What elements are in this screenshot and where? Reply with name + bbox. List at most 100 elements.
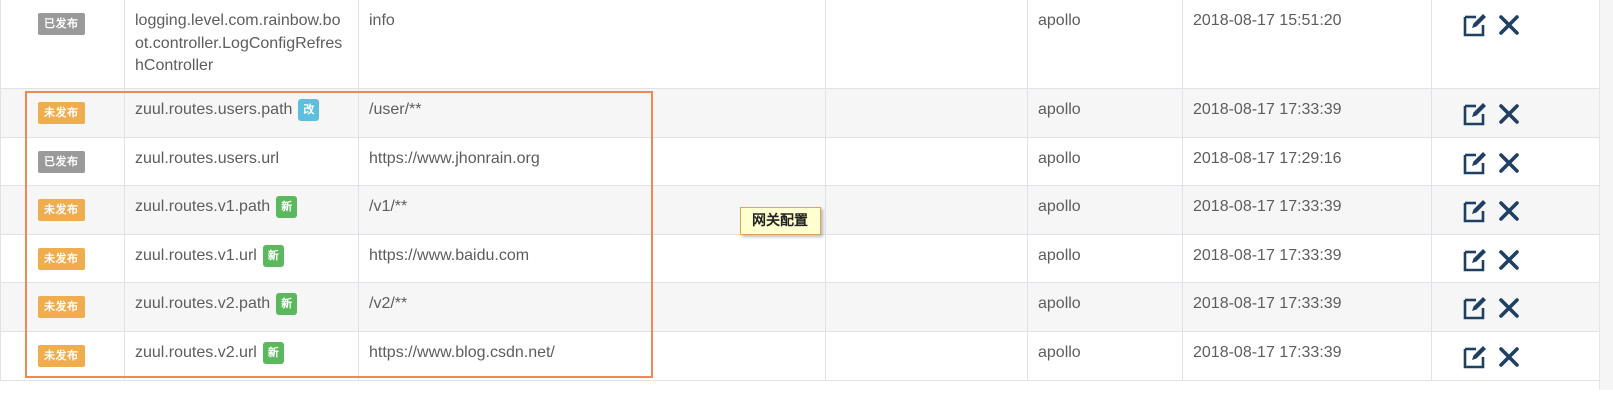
config-value: /v1/** <box>369 198 408 215</box>
close-icon[interactable] <box>1498 297 1520 327</box>
operations-cell <box>1432 332 1600 380</box>
config-value: https://www.jhonrain.org <box>369 150 540 167</box>
status-cell: 未发布 <box>0 89 125 137</box>
comment-cell <box>826 283 1028 331</box>
value-cell: https://www.baidu.com <box>359 235 826 282</box>
operations-cell <box>1432 283 1600 331</box>
value-cell: https://www.blog.csdn.net/ <box>359 332 826 380</box>
edit-icon[interactable] <box>1462 101 1488 135</box>
status-badge: 未发布 <box>38 296 85 318</box>
close-icon[interactable] <box>1498 14 1520 44</box>
edit-icon[interactable] <box>1462 12 1488 46</box>
edit-icon[interactable] <box>1462 247 1488 281</box>
modifier-cell: apollo <box>1028 138 1183 185</box>
modified-time: 2018-08-17 17:29:16 <box>1193 150 1342 167</box>
annotation-label: 网关配置 <box>740 207 821 235</box>
key-cell: logging.level.com.rainbow.boot.controlle… <box>125 0 359 88</box>
close-icon[interactable] <box>1498 200 1520 230</box>
modifier-name: apollo <box>1038 247 1081 264</box>
edit-icon[interactable] <box>1462 198 1488 232</box>
value-cell: https://www.jhonrain.org <box>359 138 826 185</box>
close-icon[interactable] <box>1498 152 1520 182</box>
comment-cell <box>826 138 1028 185</box>
config-key: zuul.routes.v1.url <box>135 247 257 264</box>
config-key: zuul.routes.v2.url <box>135 344 257 361</box>
status-cell: 未发布 <box>0 186 125 234</box>
edit-icon[interactable] <box>1462 295 1488 329</box>
config-value: https://www.baidu.com <box>369 247 530 264</box>
modified-time-cell: 2018-08-17 17:33:39 <box>1183 89 1432 137</box>
modifier-cell: apollo <box>1028 186 1183 234</box>
status-badge: 已发布 <box>38 151 85 173</box>
comment-cell <box>826 186 1028 234</box>
modified-time-cell: 2018-08-17 17:33:39 <box>1183 186 1432 234</box>
value-cell: /user/** <box>359 89 826 137</box>
config-value: /v2/** <box>369 295 408 312</box>
modifier-name: apollo <box>1038 150 1081 167</box>
comment-cell <box>826 235 1028 282</box>
table-row: 已发布 zuul.routes.users.url https://www.jhon… <box>0 138 1600 186</box>
modifier-name: apollo <box>1038 101 1081 118</box>
status-badge: 未发布 <box>38 345 85 367</box>
modified-time-cell: 2018-08-17 17:33:39 <box>1183 283 1432 331</box>
value-cell: /v2/** <box>359 283 826 331</box>
change-tag: 新 <box>276 196 298 218</box>
status-cell: 未发布 <box>0 235 125 282</box>
modifier-name: apollo <box>1038 295 1081 312</box>
status-cell: 已发布 <box>0 138 125 185</box>
key-cell: zuul.routes.v1.url 新 <box>125 235 359 282</box>
table-row: 未发布 zuul.routes.v1.url 新 https://www.baidu.… <box>0 235 1600 283</box>
edit-icon[interactable] <box>1462 344 1488 378</box>
config-key: zuul.routes.users.url <box>135 150 280 167</box>
config-key: zuul.routes.v2.path <box>135 295 271 312</box>
operations-cell <box>1432 186 1600 234</box>
modifier-name: apollo <box>1038 344 1081 361</box>
comment-cell <box>826 89 1028 137</box>
change-tag: 改 <box>298 99 320 121</box>
config-key: zuul.routes.v1.path <box>135 198 271 215</box>
change-tag: 新 <box>262 245 284 267</box>
operations-cell <box>1432 0 1600 88</box>
key-cell: zuul.routes.users.path 改 <box>125 89 359 137</box>
status-badge: 已发布 <box>38 13 85 35</box>
operations-cell <box>1432 89 1600 137</box>
table-row: 未发布 zuul.routes.users.path 改/user/** apollo… <box>0 89 1600 138</box>
modified-time: 2018-08-17 17:33:39 <box>1193 344 1342 361</box>
table-row: 已发布 logging.level.com.rainbow.boot.contro… <box>0 0 1600 89</box>
config-value: https://www.blog.csdn.net/ <box>369 344 555 361</box>
status-cell: 未发布 <box>0 332 125 380</box>
config-key: logging.level.com.rainbow.boot.controlle… <box>135 12 343 74</box>
vertical-scrollbar[interactable] <box>1599 0 1613 390</box>
modified-time-cell: 2018-08-17 17:33:39 <box>1183 332 1432 380</box>
status-badge: 未发布 <box>38 248 85 270</box>
table-row: 未发布 zuul.routes.v2.path 新/v2/** apollo 2018-… <box>0 283 1600 332</box>
modifier-name: apollo <box>1038 198 1081 215</box>
modifier-cell: apollo <box>1028 283 1183 331</box>
key-cell: zuul.routes.v2.path 新 <box>125 283 359 331</box>
modified-time: 2018-08-17 15:51:20 <box>1193 12 1342 29</box>
value-cell: info <box>359 0 826 88</box>
change-tag: 新 <box>262 342 284 364</box>
edit-icon[interactable] <box>1462 150 1488 184</box>
table-row: 未发布 zuul.routes.v2.url 新 https://www.blog.c… <box>0 332 1600 381</box>
key-cell: zuul.routes.v2.url 新 <box>125 332 359 380</box>
close-icon[interactable] <box>1498 249 1520 279</box>
close-icon[interactable] <box>1498 103 1520 133</box>
config-value: /user/** <box>369 101 422 118</box>
modified-time-cell: 2018-08-17 17:33:39 <box>1183 235 1432 282</box>
modified-time: 2018-08-17 17:33:39 <box>1193 198 1342 215</box>
modified-time-cell: 2018-08-17 15:51:20 <box>1183 0 1432 88</box>
comment-cell <box>826 0 1028 88</box>
modified-time: 2018-08-17 17:33:39 <box>1193 295 1342 312</box>
comment-cell <box>826 332 1028 380</box>
modifier-cell: apollo <box>1028 0 1183 88</box>
close-icon[interactable] <box>1498 346 1520 376</box>
modified-time-cell: 2018-08-17 17:29:16 <box>1183 138 1432 185</box>
modifier-cell: apollo <box>1028 89 1183 137</box>
config-value: info <box>369 12 395 29</box>
config-key: zuul.routes.users.path <box>135 101 293 118</box>
modifier-cell: apollo <box>1028 235 1183 282</box>
change-tag: 新 <box>276 293 298 315</box>
key-cell: zuul.routes.v1.path 新 <box>125 186 359 234</box>
status-cell: 已发布 <box>0 0 125 88</box>
